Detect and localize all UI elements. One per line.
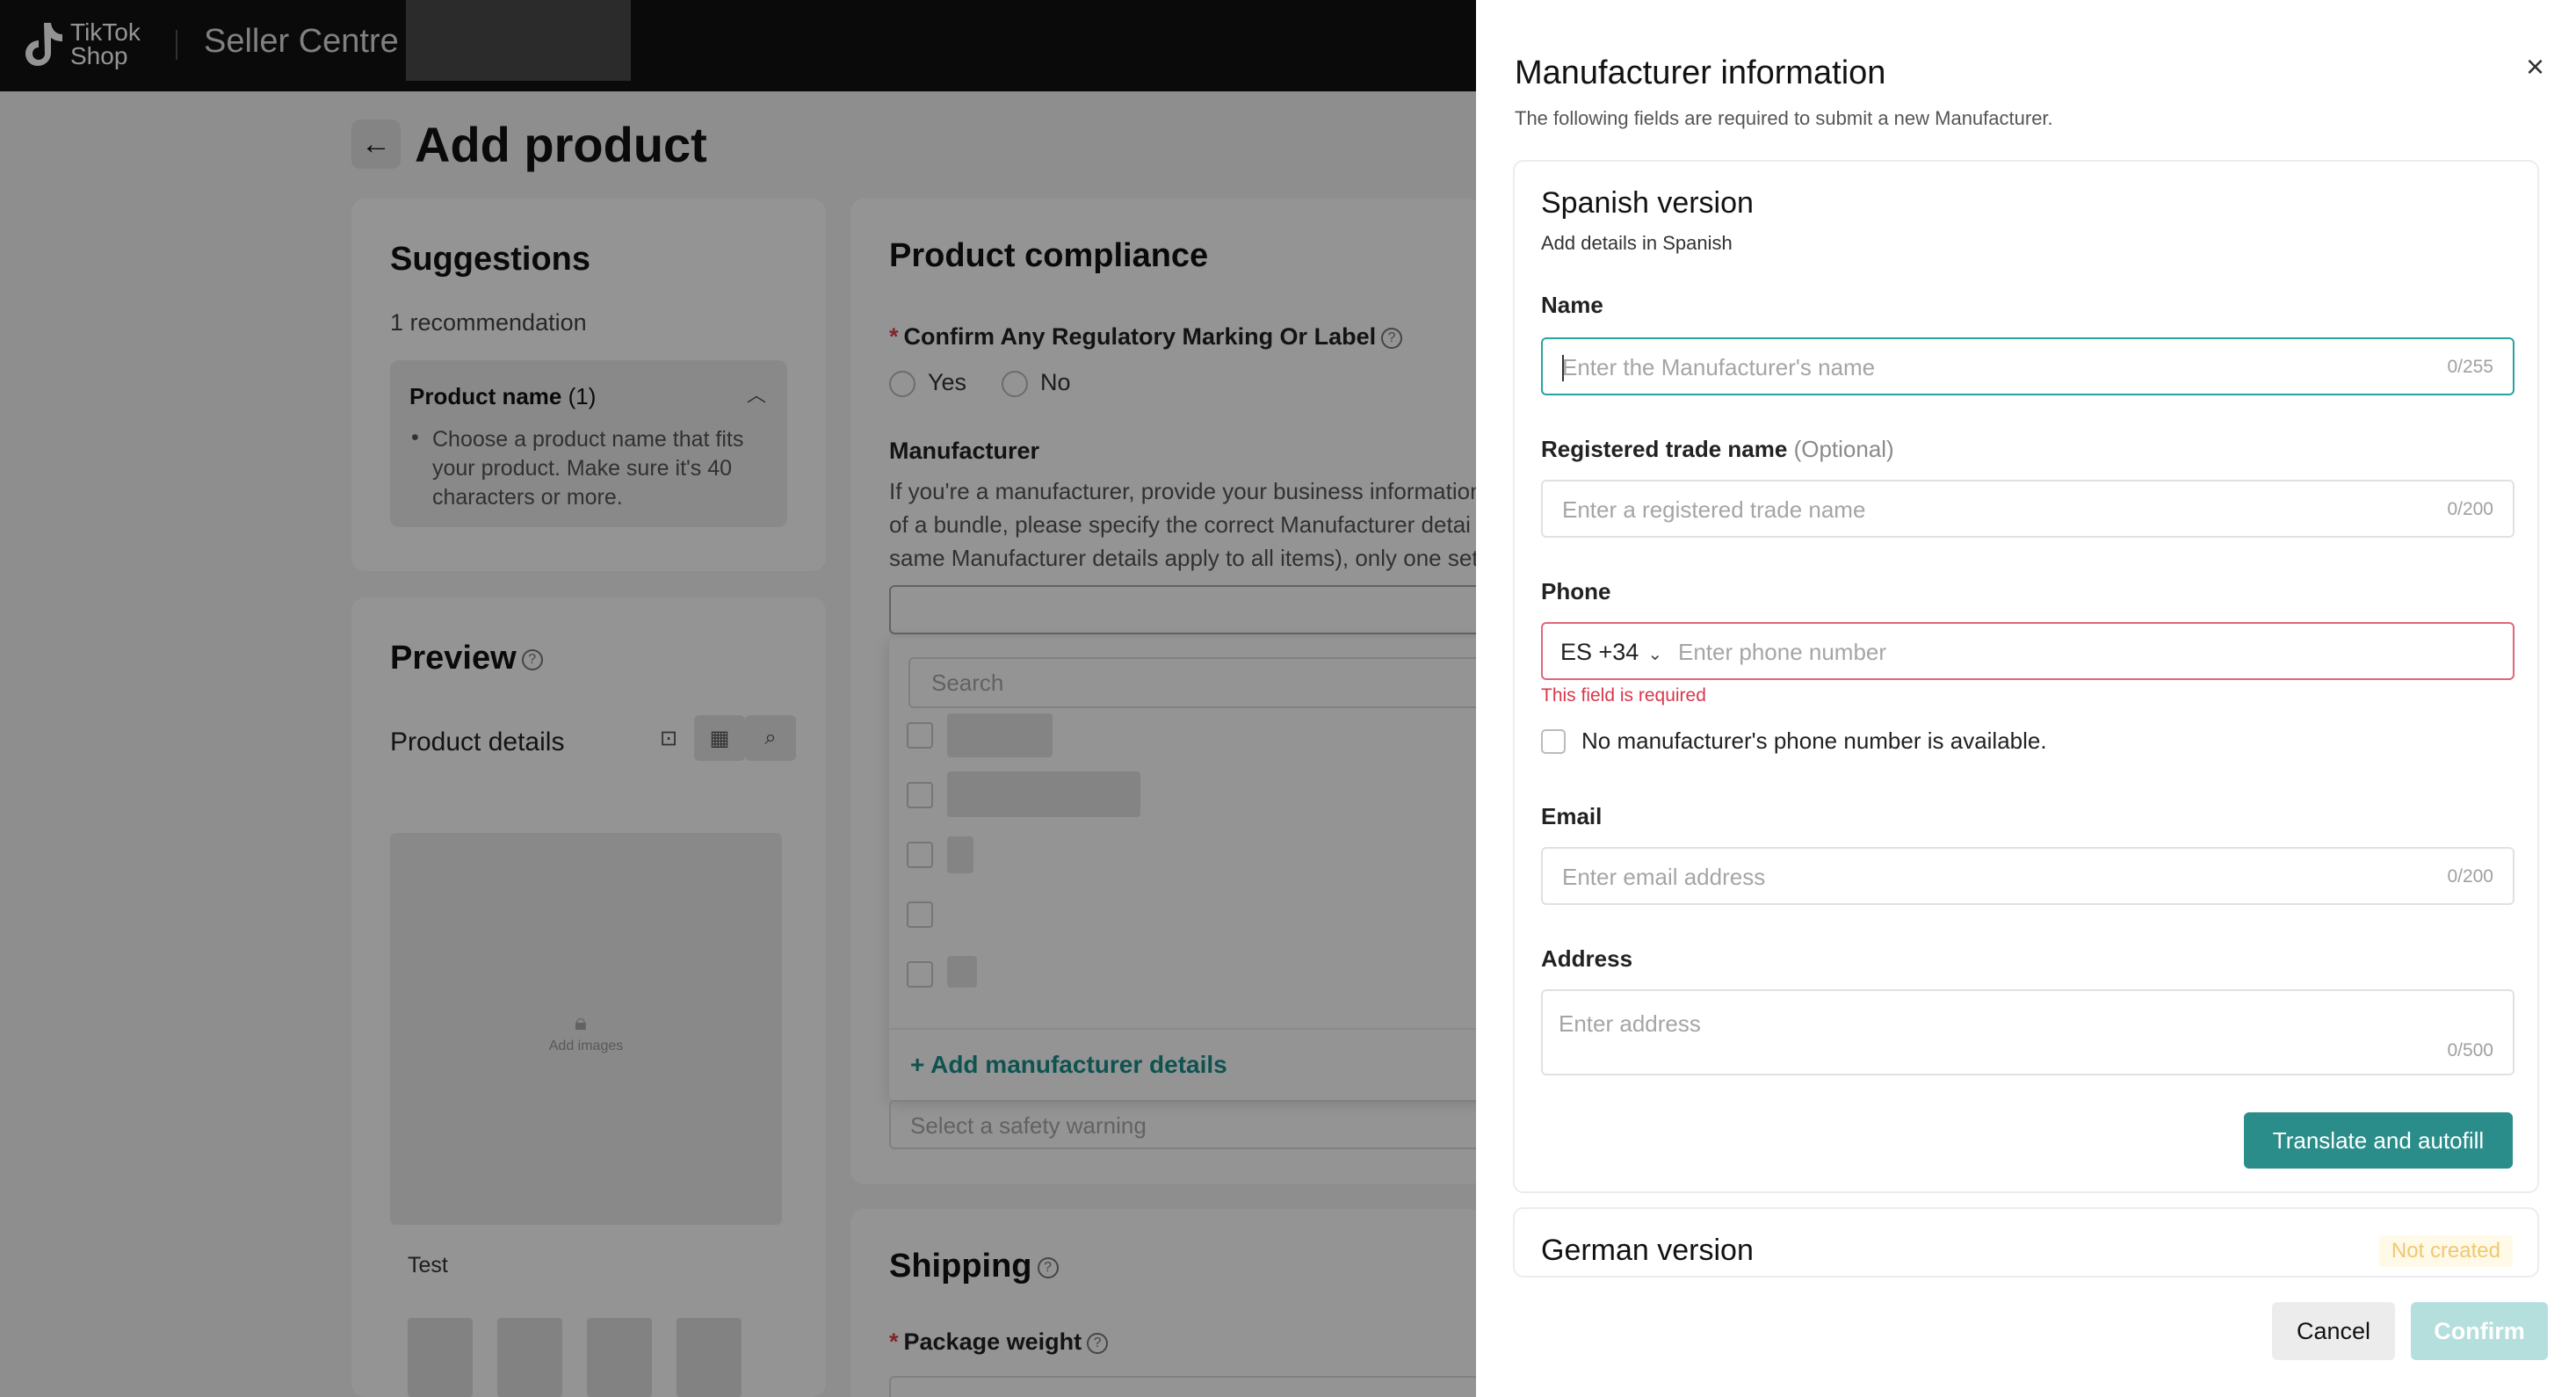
section-title: Spanish version [1541,186,1754,220]
address-label: Address [1541,945,1633,972]
drawer-title: Manufacturer information [1515,54,1886,91]
name-placeholder: Enter the Manufacturer's name [1562,354,1876,380]
chevron-down-icon: ⌄ [1647,645,1663,664]
section-subtitle: Add details in Spanish [1541,232,1733,254]
name-counter: 0/255 [2447,357,2493,377]
address-input[interactable]: Enter address 0/500 [1541,989,2514,1075]
confirm-button[interactable]: Confirm [2411,1302,2548,1360]
no-phone-checkbox-row[interactable]: No manufacturer's phone number is availa… [1541,727,2047,755]
email-counter: 0/200 [2447,866,2493,887]
address-placeholder: Enter address [1559,1010,1701,1037]
manufacturer-drawer: Manufacturer information The following f… [1476,0,2576,1397]
trade-name-counter: 0/200 [2447,499,2493,519]
country-code-text: ES +34 [1560,639,1639,665]
optional-tag: (Optional) [1793,436,1894,462]
phone-input[interactable]: ES +34 ⌄ Enter phone number [1541,622,2514,680]
translate-autofill-button[interactable]: Translate and autofill [2244,1112,2513,1169]
cancel-button[interactable]: Cancel [2272,1302,2395,1360]
phone-label: Phone [1541,578,1611,604]
no-phone-label: No manufacturer's phone number is availa… [1581,727,2047,754]
email-placeholder: Enter email address [1562,864,1766,890]
german-version-section[interactable]: German version Not created [1513,1207,2539,1278]
drawer-subtitle: The following fields are required to sub… [1515,107,2053,129]
section-title: German version [1541,1234,1754,1267]
no-phone-checkbox[interactable] [1541,728,1566,754]
address-counter: 0/500 [2447,1040,2493,1060]
email-label: Email [1541,803,1603,829]
status-badge: Not created [2378,1235,2513,1267]
drawer-footer: Cancel Confirm [1476,1279,2576,1397]
name-label: Name [1541,292,1603,318]
phone-placeholder: Enter phone number [1678,639,1887,665]
country-code-select[interactable]: ES +34 ⌄ [1560,639,1662,666]
phone-error: This field is required [1541,685,1706,706]
spanish-version-section: Spanish version Add details in Spanish N… [1513,160,2539,1193]
name-input[interactable]: Enter the Manufacturer's name 0/255 [1541,337,2514,395]
trade-name-input[interactable]: Enter a registered trade name 0/200 [1541,480,2514,538]
trade-name-label-text: Registered trade name [1541,436,1788,462]
trade-name-placeholder: Enter a registered trade name [1562,496,1866,523]
email-input[interactable]: Enter email address 0/200 [1541,847,2514,905]
modal-overlay[interactable] [0,0,1476,1397]
close-icon[interactable]: × [2526,49,2544,84]
trade-name-label: Registered trade name (Optional) [1541,436,1894,463]
